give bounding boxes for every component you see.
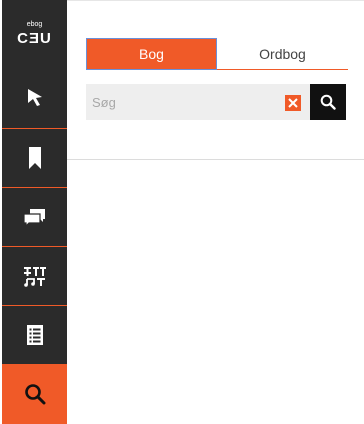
top-border — [67, 0, 364, 1]
search-submit-button[interactable] — [310, 84, 346, 120]
sidebar-item-bookmark[interactable] — [2, 128, 67, 187]
glossary-icon — [23, 267, 46, 287]
search-icon — [24, 384, 45, 405]
logo-small-text: ebog — [26, 20, 43, 28]
toc-icon — [26, 325, 43, 345]
panel-divider — [67, 159, 364, 160]
logo-brand-text: CƎU — [17, 29, 52, 47]
clear-search-button[interactable] — [285, 95, 301, 111]
sidebar-item-search[interactable] — [2, 364, 67, 424]
tab-dictionary[interactable]: Ordbog — [217, 38, 348, 70]
logo: ebog CƎU — [2, 0, 67, 66]
tab-bar: Bog Ordbog — [86, 38, 348, 70]
sidebar-item-comments[interactable] — [2, 187, 67, 246]
pointer-icon — [27, 89, 42, 106]
search-box — [86, 84, 310, 120]
bookmark-icon — [28, 147, 41, 169]
search-icon — [320, 94, 336, 110]
sidebar: ebog CƎU — [0, 0, 67, 424]
tab-book[interactable]: Bog — [86, 38, 217, 70]
comments-icon — [22, 209, 45, 227]
sidebar-item-glossary[interactable] — [2, 246, 67, 305]
sidebar-item-pointer[interactable] — [2, 66, 67, 128]
search-input[interactable] — [86, 84, 276, 120]
close-icon — [288, 98, 298, 108]
sidebar-item-toc[interactable] — [2, 305, 67, 364]
